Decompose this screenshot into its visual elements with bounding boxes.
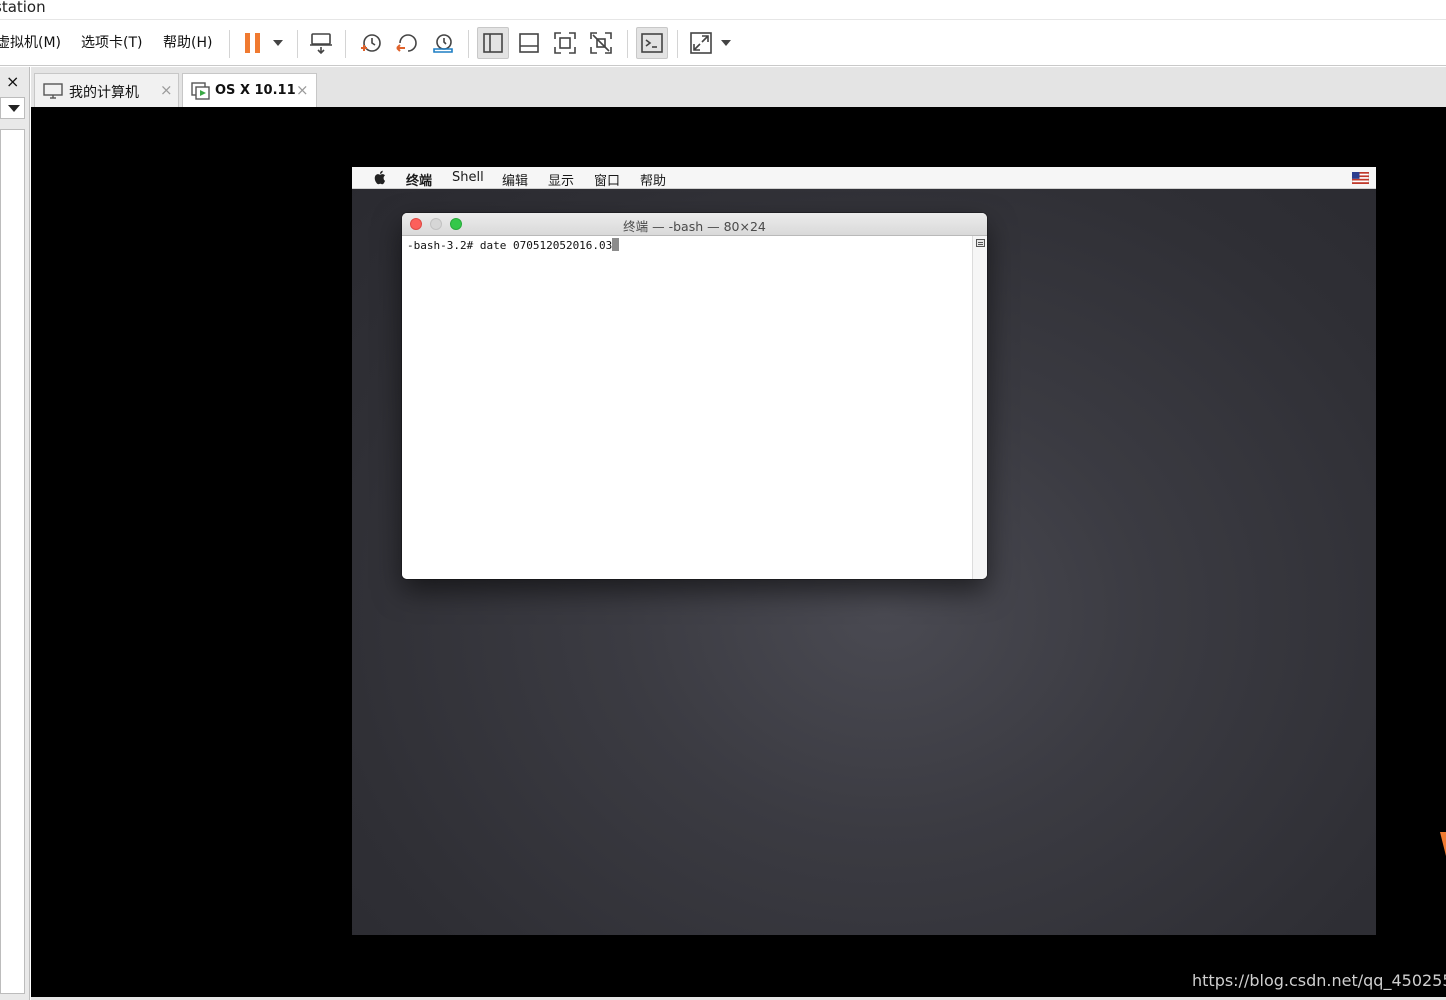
menu-tabs[interactable]: 选项卡(T): [81, 32, 142, 52]
close-icon[interactable]: ×: [160, 81, 173, 99]
mac-menu-help[interactable]: 帮助: [640, 170, 666, 189]
toolbar-divider: [627, 30, 628, 58]
pause-icon[interactable]: [237, 27, 269, 59]
text-cursor: [612, 238, 620, 251]
stretch-icon[interactable]: [685, 27, 717, 59]
toolbar-divider: [677, 30, 678, 58]
terminal-title: 终端 — -bash — 80×24: [623, 219, 766, 234]
vm-running-icon: [191, 82, 210, 100]
toolbar-divider: [297, 30, 298, 58]
menu-vm[interactable]: 虚拟机(M): [0, 32, 61, 52]
terminal-content[interactable]: -bash-3.2# date 070512052016.03: [402, 236, 972, 579]
toolbar-divider: [229, 30, 230, 58]
snapshot-icon[interactable]: [355, 27, 387, 59]
library-dropdown[interactable]: [0, 97, 25, 119]
apple-icon[interactable]: [373, 170, 386, 185]
library-view-icon[interactable]: [477, 27, 509, 59]
thumbnail-bar-icon[interactable]: [513, 27, 545, 59]
stretch-dropdown-chevron-icon[interactable]: [721, 40, 731, 46]
console-view-icon[interactable]: [636, 27, 668, 59]
mac-menu-window[interactable]: 窗口: [594, 170, 620, 189]
library-close-icon[interactable]: ×: [6, 72, 19, 91]
close-icon[interactable]: ×: [296, 81, 309, 99]
guest-screen[interactable]: 终端 Shell 编辑 显示 窗口 帮助 终端 — -bash — 80×24 …: [352, 167, 1376, 935]
mac-menu-terminal[interactable]: 终端: [406, 170, 432, 189]
overlay-edge-mark: [1440, 832, 1446, 856]
app-title: station: [0, 0, 46, 16]
tab-label: 我的计算机: [69, 85, 139, 101]
terminal-command-text: -bash-3.2# date 070512052016.03: [407, 239, 613, 252]
send-ctrl-alt-del-icon[interactable]: [305, 27, 337, 59]
library-tree[interactable]: [0, 129, 25, 994]
tab-os-x[interactable]: OS X 10.11 ×: [182, 73, 317, 107]
terminal-line: -bash-3.2# date 070512052016.03: [407, 238, 620, 252]
terminal-titlebar[interactable]: 终端 — -bash — 80×24: [402, 213, 987, 236]
mac-menubar: 终端 Shell 编辑 显示 窗口 帮助: [352, 167, 1376, 189]
watermark-text: https://blog.csdn.net/qq_45025572: [1192, 971, 1446, 990]
mac-menu-edit[interactable]: 编辑: [502, 170, 528, 189]
menu-help[interactable]: 帮助(H): [163, 32, 212, 52]
library-panel: ×: [0, 67, 30, 1000]
toolbar-divider: [345, 30, 346, 58]
snapshot-manager-icon[interactable]: [427, 27, 459, 59]
terminal-window[interactable]: 终端 — -bash — 80×24 -bash-3.2# date 07051…: [402, 213, 987, 579]
tab-label: OS X 10.11: [215, 83, 296, 98]
mac-menu-view[interactable]: 显示: [548, 170, 574, 189]
menu-toolbar: 虚拟机(M) 选项卡(T) 帮助(H): [0, 21, 1446, 66]
revert-snapshot-icon[interactable]: [391, 27, 423, 59]
toolbar-divider: [468, 30, 469, 58]
unity-icon[interactable]: [585, 27, 617, 59]
tab-my-computer[interactable]: 我的计算机 ×: [34, 73, 179, 107]
tab-bar: 我的计算机 × OS X 10.11 ×: [31, 67, 1446, 107]
app-titlebar: station: [0, 0, 1446, 20]
terminal-scrollbar[interactable]: [972, 236, 987, 579]
mac-menu-shell[interactable]: Shell: [452, 170, 484, 185]
scroll-marker-icon: [976, 239, 985, 247]
full-screen-icon[interactable]: [549, 27, 581, 59]
monitor-icon: [43, 83, 63, 99]
power-dropdown-chevron-icon[interactable]: [273, 40, 283, 46]
input-source-flag-icon[interactable]: [1352, 172, 1369, 184]
